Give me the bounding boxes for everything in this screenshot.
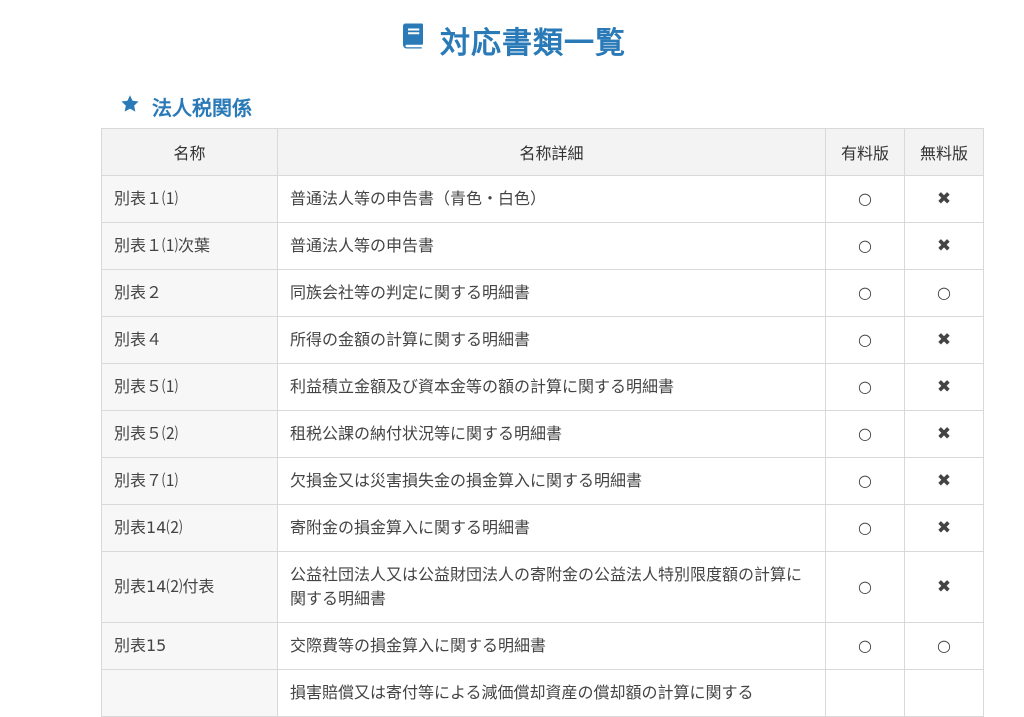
table-row: 別表１⑴ 普通法人等の申告書（青色・白色） ○ ✖ — [101, 175, 984, 223]
cell-name: 別表５⑵ — [101, 410, 278, 458]
cell-name: 別表14⑵付表 — [101, 551, 278, 623]
cell-paid: ○ — [825, 363, 905, 411]
cell-paid: ○ — [825, 410, 905, 458]
star-icon — [120, 94, 140, 119]
table-row: 別表４ 所得の金額の計算に関する明細書 ○ ✖ — [101, 316, 984, 364]
cell-detail: 同族会社等の判定に関する明細書 — [277, 269, 826, 317]
cell-free: ✖ — [904, 222, 984, 270]
cell-paid: ○ — [825, 316, 905, 364]
cell-detail: 公益社団法人又は公益財団法人の寄附金の公益法人特別限度額の計算に関する明細書 — [277, 551, 826, 623]
header-paid: 有料版 — [825, 128, 905, 176]
cell-paid: ○ — [825, 551, 905, 623]
cell-detail: 租税公課の納付状況等に関する明細書 — [277, 410, 826, 458]
cell-name: 別表15 — [101, 622, 278, 670]
cell-detail: 普通法人等の申告書 — [277, 222, 826, 270]
table-row: 別表２ 同族会社等の判定に関する明細書 ○ ○ — [101, 269, 984, 317]
cell-name: 別表14⑵ — [101, 504, 278, 552]
cell-paid: ○ — [825, 175, 905, 223]
cell-free: ✖ — [904, 175, 984, 223]
cell-detail: 交際費等の損金算入に関する明細書 — [277, 622, 826, 670]
cell-detail: 寄附金の損金算入に関する明細書 — [277, 504, 826, 552]
table-row: 別表５⑵ 租税公課の納付状況等に関する明細書 ○ ✖ — [101, 410, 984, 458]
cell-detail: 損害賠償又は寄付等による減価償却資産の償却額の計算に関する — [277, 669, 826, 717]
cell-name: 別表４ — [101, 316, 278, 364]
cell-free: ○ — [904, 622, 984, 670]
header-free: 無料版 — [904, 128, 984, 176]
table-row: 別表15 交際費等の損金算入に関する明細書 ○ ○ — [101, 622, 984, 670]
cell-free: ✖ — [904, 316, 984, 364]
section-title: 法人税関係 — [152, 96, 252, 120]
cell-name: 別表７⑴ — [101, 457, 278, 505]
cell-name: 別表５⑴ — [101, 363, 278, 411]
cell-paid: ○ — [825, 622, 905, 670]
cell-free: ✖ — [904, 457, 984, 505]
section-heading: 法人税関係 — [120, 92, 252, 121]
cell-detail: 利益積立金額及び資本金等の額の計算に関する明細書 — [277, 363, 826, 411]
table-row: 別表７⑴ 欠損金又は災害損失金の損金算入に関する明細書 ○ ✖ — [101, 457, 984, 505]
book-icon — [398, 21, 428, 59]
table-header-row: 名称 名称詳細 有料版 無料版 — [101, 128, 984, 176]
cell-paid — [825, 669, 905, 717]
page-title-text: 対応書類一覧 — [440, 26, 626, 61]
page-title: 対応書類一覧 — [0, 18, 1024, 62]
cell-paid: ○ — [825, 457, 905, 505]
cell-paid: ○ — [825, 222, 905, 270]
header-name: 名称 — [101, 128, 278, 176]
cell-free: ✖ — [904, 504, 984, 552]
table-row: 別表14⑵ 寄附金の損金算入に関する明細書 ○ ✖ — [101, 504, 984, 552]
table-row: 別表５⑴ 利益積立金額及び資本金等の額の計算に関する明細書 ○ ✖ — [101, 363, 984, 411]
table-row: 別表１⑴次葉 普通法人等の申告書 ○ ✖ — [101, 222, 984, 270]
cell-name: 別表２ — [101, 269, 278, 317]
cell-detail: 欠損金又は災害損失金の損金算入に関する明細書 — [277, 457, 826, 505]
cell-free — [904, 669, 984, 717]
cell-free: ✖ — [904, 551, 984, 623]
cell-free: ✖ — [904, 410, 984, 458]
documents-table: 名称 名称詳細 有料版 無料版 別表１⑴ 普通法人等の申告書（青色・白色） ○ … — [101, 128, 984, 717]
table-row: 損害賠償又は寄付等による減価償却資産の償却額の計算に関する — [101, 669, 984, 717]
cell-detail: 所得の金額の計算に関する明細書 — [277, 316, 826, 364]
cell-free: ○ — [904, 269, 984, 317]
table-row: 別表14⑵付表 公益社団法人又は公益財団法人の寄附金の公益法人特別限度額の計算に… — [101, 551, 984, 623]
header-detail: 名称詳細 — [277, 128, 826, 176]
cell-free: ✖ — [904, 363, 984, 411]
cell-name — [101, 669, 278, 717]
cell-name: 別表１⑴次葉 — [101, 222, 278, 270]
cell-detail: 普通法人等の申告書（青色・白色） — [277, 175, 826, 223]
cell-paid: ○ — [825, 269, 905, 317]
cell-name: 別表１⑴ — [101, 175, 278, 223]
cell-paid: ○ — [825, 504, 905, 552]
